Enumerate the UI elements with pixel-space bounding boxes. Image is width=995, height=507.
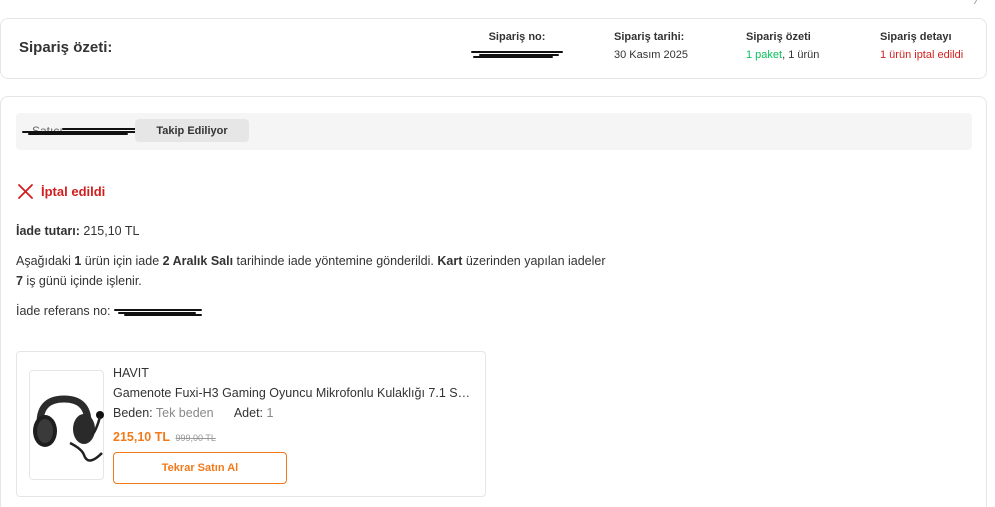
headset-icon <box>33 395 104 462</box>
buy-again-button[interactable]: Tekrar Satın Al <box>113 452 287 484</box>
summary-title: Sipariş özeti: <box>19 39 113 56</box>
refund-amount-value: 215,10 TL <box>83 224 140 238</box>
order-date: Sipariş tarihi: 30 Kasım 2025 <box>614 31 688 61</box>
order-detail-value[interactable]: 1 ürün iptal edildi <box>880 49 963 61</box>
refund-reference: İade referans no: <box>16 301 202 321</box>
refund-text: ürün için iade <box>81 254 163 268</box>
order-date-label: Sipariş tarihi: <box>614 31 685 43</box>
refund-date: 2 Aralık Salı <box>162 254 234 268</box>
quantity-label: Adet: <box>233 406 264 420</box>
close-icon <box>18 183 33 199</box>
refund-amount: İade tutarı: 215,10 TL <box>16 221 139 241</box>
order-overview-label: Sipariş özeti <box>746 31 811 43</box>
order-summary-bar: Sipariş özeti: Sipariş no: Sipariş tarih… <box>0 18 987 79</box>
product-brand[interactable]: HAVIT <box>113 366 149 380</box>
refund-amount-label: İade tutarı: <box>16 224 80 238</box>
seller-bar: Satıcı: Takip Ediliyor <box>16 113 972 150</box>
redacted-reference-number <box>114 306 202 318</box>
order-detail-page: Sipariş özeti: Sipariş no: Sipariş tarih… <box>0 0 995 507</box>
refund-text: iş günü içinde işlenir. <box>22 274 142 288</box>
order-overview-value: 1 paket, 1 ürün <box>746 49 819 61</box>
refund-text: Aşağıdaki <box>16 254 75 268</box>
order-detail-label: Sipariş detayı <box>880 31 952 43</box>
redacted-order-number <box>471 49 563 58</box>
cancel-status: İptal edildi <box>17 181 105 201</box>
order-detail: Sipariş detayı 1 ürün iptal edildi <box>880 31 963 61</box>
package-card: Satıcı: Takip Ediliyor İptal edildi İade… <box>0 96 987 507</box>
package-count: 1 paket <box>746 49 783 61</box>
price-original: 999,00 TL <box>175 433 216 443</box>
size-value: Tek beden <box>155 406 214 420</box>
product-card: HAVIT Gamenote Fuxi-H3 Gaming Oyuncu Mik… <box>16 351 486 497</box>
refund-text: üzerinden yapılan iadeler <box>462 254 606 268</box>
order-overview: Sipariş özeti 1 paket, 1 ürün <box>746 31 819 61</box>
cancel-status-text: İptal edildi <box>41 183 106 199</box>
size-label: Beden: <box>113 406 153 420</box>
redacted-seller-name[interactable] <box>22 125 136 135</box>
item-count: , 1 ürün <box>782 49 820 61</box>
refund-reference-label: İade referans no: <box>16 304 111 318</box>
refund-method: Kart <box>437 254 463 268</box>
product-price: 215,10 TL 999,00 TL <box>113 430 216 444</box>
order-number: Sipariş no: <box>471 31 563 58</box>
chevron-icon <box>973 0 985 4</box>
product-image[interactable] <box>29 370 104 480</box>
order-number-label: Sipariş no: <box>488 31 546 43</box>
order-date-value: 30 Kasım 2025 <box>614 49 688 61</box>
price-current: 215,10 TL <box>113 430 170 444</box>
product-attributes: Beden: Tek beden Adet: 1 <box>113 406 273 420</box>
quantity-value: 1 <box>266 406 274 420</box>
follow-seller-button[interactable]: Takip Ediliyor <box>135 119 249 142</box>
refund-description: Aşağıdaki 1 ürün için iade 2 Aralık Salı… <box>16 251 606 291</box>
refund-text: tarihinde iade yöntemine gönderildi. <box>233 254 438 268</box>
product-name[interactable]: Gamenote Fuxi-H3 Gaming Oyuncu Mikrofonl… <box>113 386 477 400</box>
refund-days: 7 <box>16 274 23 288</box>
